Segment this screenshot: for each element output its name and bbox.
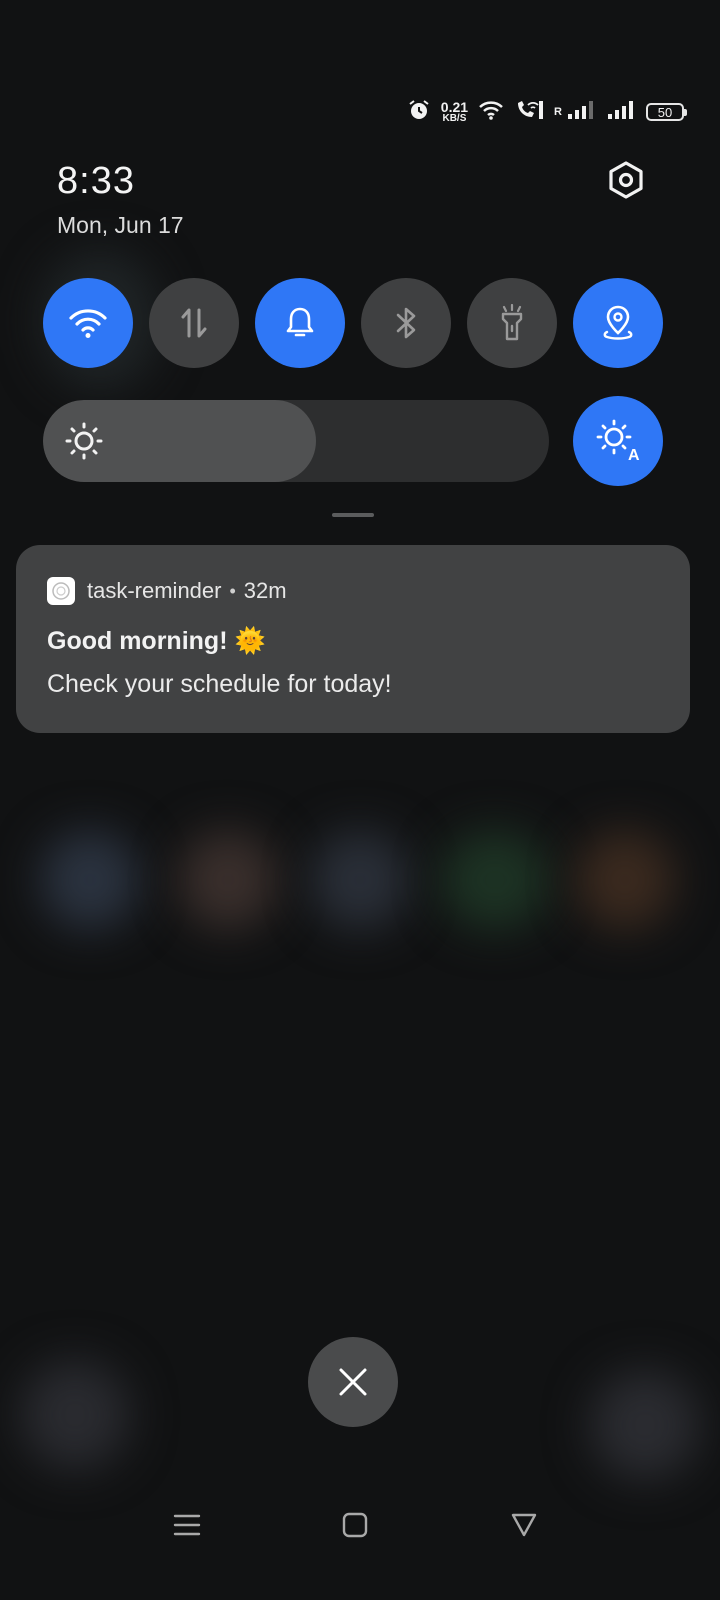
bluetooth-icon [396, 307, 416, 339]
nav-home-button[interactable] [330, 1500, 380, 1550]
home-square-icon [342, 1512, 368, 1538]
menu-icon [173, 1514, 201, 1536]
notification-body: Check your schedule for today! [47, 670, 392, 698]
tile-flashlight[interactable] [467, 278, 557, 368]
nav-menu-button[interactable] [162, 1500, 212, 1550]
gear-icon [609, 161, 643, 199]
auto-brightness-icon: A [596, 419, 640, 464]
signal-sim2-icon [606, 100, 636, 125]
notification-header: task-reminder • 32m [47, 577, 287, 605]
battery-icon: 50 [646, 103, 687, 121]
bell-icon [286, 307, 314, 337]
network-speed-unit: KB/S [442, 113, 467, 124]
notification-time: 32m [243, 578, 287, 603]
wifi-icon [69, 309, 107, 338]
brightness-slider[interactable] [43, 400, 549, 482]
close-icon [339, 1368, 367, 1396]
tile-bluetooth[interactable] [361, 278, 451, 368]
panel-drag-handle[interactable] [332, 513, 374, 517]
location-pin-icon [603, 305, 633, 340]
tile-mobile-data[interactable] [149, 278, 239, 368]
alarm-icon [407, 98, 431, 127]
svg-text:A: A [628, 447, 640, 464]
notification-title: Good morning! 🌞 [47, 627, 266, 655]
wifi-calling-icon [514, 99, 544, 126]
wifi-status-icon [478, 99, 504, 126]
data-transfer-icon [181, 308, 207, 338]
quick-settings-tiles [43, 278, 663, 368]
signal-sim1-icon [566, 100, 596, 125]
network-speed: 0.21 KB/S [441, 100, 468, 124]
notification-separator: • [229, 580, 236, 601]
back-triangle-icon [511, 1513, 537, 1537]
status-bar: 0.21 KB/S R 50 [407, 96, 687, 128]
task-reminder-app-icon [47, 577, 75, 605]
flashlight-icon [501, 304, 523, 341]
settings-button[interactable] [604, 158, 648, 202]
date[interactable]: Mon, Jun 17 [57, 212, 184, 239]
nav-back-button[interactable] [499, 1500, 549, 1550]
tile-wifi[interactable] [43, 278, 133, 368]
clock[interactable]: 8:33 [57, 160, 135, 203]
clear-all-button[interactable] [308, 1337, 398, 1427]
tile-location[interactable] [573, 278, 663, 368]
notification-app-name: task-reminder [87, 578, 222, 603]
tile-sound[interactable] [255, 278, 345, 368]
notification-card[interactable]: task-reminder • 32m Good morning! 🌞 Chec… [16, 545, 690, 733]
network-speed-value: 0.21 [440, 99, 469, 115]
auto-brightness-button[interactable]: A [573, 396, 663, 486]
roaming-indicator: R [554, 106, 562, 118]
battery-level: 50 [657, 104, 673, 120]
brightness-sun-icon [65, 422, 103, 460]
